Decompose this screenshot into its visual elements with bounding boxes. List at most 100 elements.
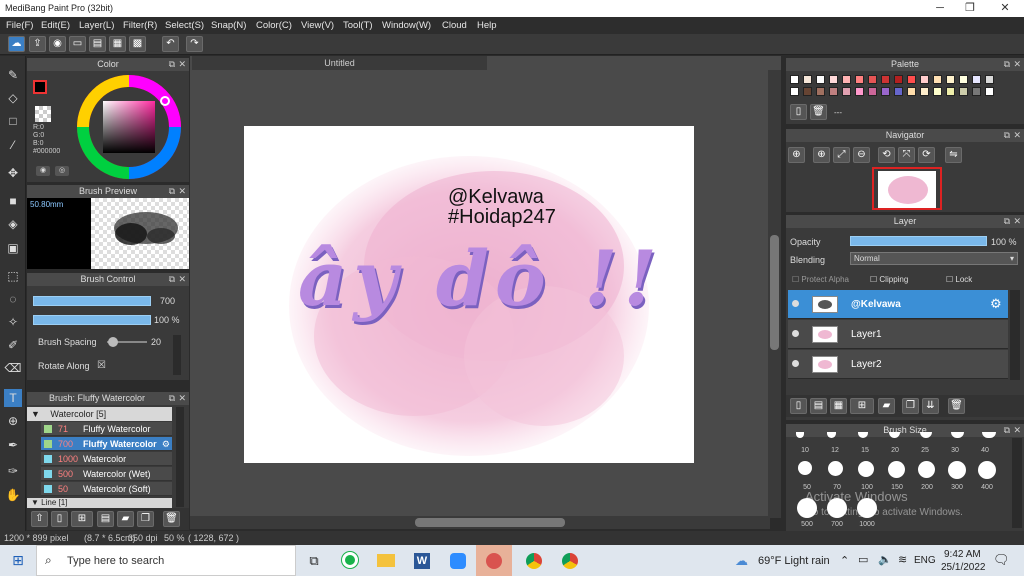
float-icon[interactable]: ⧉ (169, 185, 175, 198)
palette-swatch[interactable] (894, 75, 903, 84)
weather-icon[interactable]: ☁ (735, 553, 748, 569)
palette-swatch[interactable] (933, 75, 942, 84)
document-icon[interactable]: ▤ (89, 36, 106, 52)
magic-wand-icon[interactable]: ✧ (4, 313, 22, 331)
new-raster-layer-icon[interactable]: ▤ (810, 398, 827, 414)
eyedropper-tool-icon[interactable]: ✒ (4, 436, 22, 454)
file-explorer-icon[interactable] (368, 545, 404, 576)
zoom-in-icon[interactable]: ⊕ (813, 147, 830, 163)
protect-alpha-checkbox[interactable]: ☐ Protect Alpha (792, 275, 849, 284)
brush-size-dot[interactable] (920, 432, 932, 438)
palette-swatch[interactable] (907, 75, 916, 84)
slider-mode-icon[interactable]: ◎ (55, 166, 69, 176)
brush-size-dot[interactable] (858, 461, 874, 477)
float-icon[interactable]: ⧉ (169, 273, 175, 286)
brush-opacity-slider[interactable] (33, 315, 151, 325)
gear-icon[interactable]: ⚙ (162, 437, 170, 451)
palette-swatch[interactable] (881, 87, 890, 96)
float-icon[interactable]: ⧉ (169, 392, 175, 405)
close-button[interactable]: ✕ (990, 0, 1020, 17)
upload-icon[interactable]: ⇪ (29, 36, 46, 52)
palette-swatch[interactable] (920, 75, 929, 84)
new-layer-icon[interactable]: ▯ (790, 398, 807, 414)
brush-item[interactable]: 500 Watercolor (Wet) (41, 467, 172, 481)
palette-swatch[interactable] (894, 87, 903, 96)
visibility-icon[interactable] (792, 360, 799, 367)
brush-size-dot[interactable] (951, 432, 964, 438)
brush-size-dot[interactable] (889, 432, 900, 438)
brush-size-dot[interactable] (978, 461, 996, 479)
bucket-tool-icon[interactable]: ◈ (4, 215, 22, 233)
layer-opacity-slider[interactable] (850, 236, 987, 246)
duplicate-layer-icon[interactable]: ❐ (902, 398, 919, 414)
lasso-tool-icon[interactable]: ◌ (4, 290, 22, 308)
brush-item[interactable]: 50 Watercolor (Soft) (41, 482, 172, 496)
menu-view[interactable]: View(V) (301, 20, 334, 31)
lock-checkbox[interactable]: ☐ Lock (946, 275, 972, 284)
palette-swatch[interactable] (959, 87, 968, 96)
merge-layer-icon[interactable]: ⇊ (922, 398, 939, 414)
float-icon[interactable]: ⧉ (1004, 58, 1010, 71)
palette-swatch[interactable] (946, 87, 955, 96)
battery-icon[interactable]: ▭ (858, 553, 868, 566)
layer-scrollbar[interactable] (1010, 290, 1020, 380)
palette-swatch[interactable] (803, 75, 812, 84)
notifications-icon[interactable]: 🗨 (993, 552, 1010, 568)
add-menu-icon[interactable]: ⊞ (71, 511, 93, 527)
add-layer-menu-icon[interactable]: ⊞ (850, 398, 874, 414)
brush-size-dot[interactable] (798, 461, 812, 475)
text-tool-icon[interactable]: T (4, 389, 22, 407)
close-icon[interactable]: ✕ (1013, 424, 1021, 437)
close-icon[interactable]: ✕ (178, 273, 186, 286)
delete-icon[interactable]: 🗑 (163, 511, 180, 527)
chevron-up-icon[interactable]: ⌃ (840, 554, 849, 567)
brush-size-slider[interactable] (33, 296, 151, 306)
medibang-taskbar-icon[interactable] (332, 545, 368, 576)
menu-snap[interactable]: Snap(N) (211, 20, 246, 31)
brush-settings-icon[interactable]: ▤ (97, 511, 114, 527)
zoom-out-icon[interactable]: ⊖ (853, 147, 870, 163)
palette-swatch[interactable] (855, 87, 864, 96)
brush-size-dot[interactable] (858, 432, 868, 438)
rotate-right-icon[interactable]: ⟳ (918, 147, 935, 163)
vertical-scrollbar[interactable] (768, 70, 781, 518)
artboard[interactable]: @Kelvawa #Hoidap247 ây dô !! (244, 126, 694, 463)
undo-icon[interactable]: ↶ (162, 36, 179, 52)
scrollbar[interactable] (173, 335, 181, 375)
dot-tool-icon[interactable]: ⁄ (4, 136, 22, 154)
language-indicator[interactable]: ENG (914, 555, 936, 566)
palette-swatch[interactable] (868, 87, 877, 96)
select-tool-icon[interactable]: ⬚ (4, 267, 22, 285)
pen-tool-icon[interactable]: ✑ (4, 462, 22, 480)
layer-row[interactable]: @Kelvawa ⚙ (788, 290, 1008, 319)
volume-icon[interactable]: 🔈 (878, 553, 892, 566)
brush-item[interactable]: 71 Fluffy Watercolor (41, 422, 172, 436)
palette-swatch[interactable] (790, 87, 799, 96)
menu-file[interactable]: File(F) (6, 20, 33, 31)
search-box[interactable]: ⌕ Type here to search (36, 545, 296, 576)
menu-window[interactable]: Window(W) (382, 20, 431, 31)
folder-icon[interactable]: ▰ (117, 511, 134, 527)
document-tab[interactable]: Untitled (192, 56, 487, 70)
close-icon[interactable]: ✕ (1013, 58, 1021, 71)
grid-icon[interactable]: ▩ (129, 36, 146, 52)
palette-swatch[interactable] (933, 87, 942, 96)
move-tool-icon[interactable]: ✥ (4, 164, 22, 182)
brush-tool-icon[interactable]: ✎ (4, 66, 22, 84)
horizontal-scrollbar[interactable] (190, 516, 770, 529)
reset-view-icon[interactable]: ⤧ (898, 147, 915, 163)
minimize-button[interactable]: ─ (925, 0, 955, 17)
new-halftone-layer-icon[interactable]: ▦ (830, 398, 847, 414)
brush-size-dot[interactable] (948, 461, 966, 479)
operation-tool-icon[interactable]: ⊕ (4, 412, 22, 430)
close-icon[interactable]: ✕ (178, 185, 186, 198)
delete-layer-icon[interactable]: 🗑 (948, 398, 965, 414)
rotate-left-icon[interactable]: ⟲ (878, 147, 895, 163)
gradient-tool-icon[interactable]: ▣ (4, 239, 22, 257)
brush-size-dot[interactable] (918, 461, 935, 478)
float-icon[interactable]: ⧉ (169, 58, 175, 71)
wifi-icon[interactable]: ≋ (898, 553, 907, 566)
restore-button[interactable]: ❐ (955, 0, 985, 17)
palette-swatch[interactable] (985, 75, 994, 84)
palette-swatch[interactable] (842, 87, 851, 96)
